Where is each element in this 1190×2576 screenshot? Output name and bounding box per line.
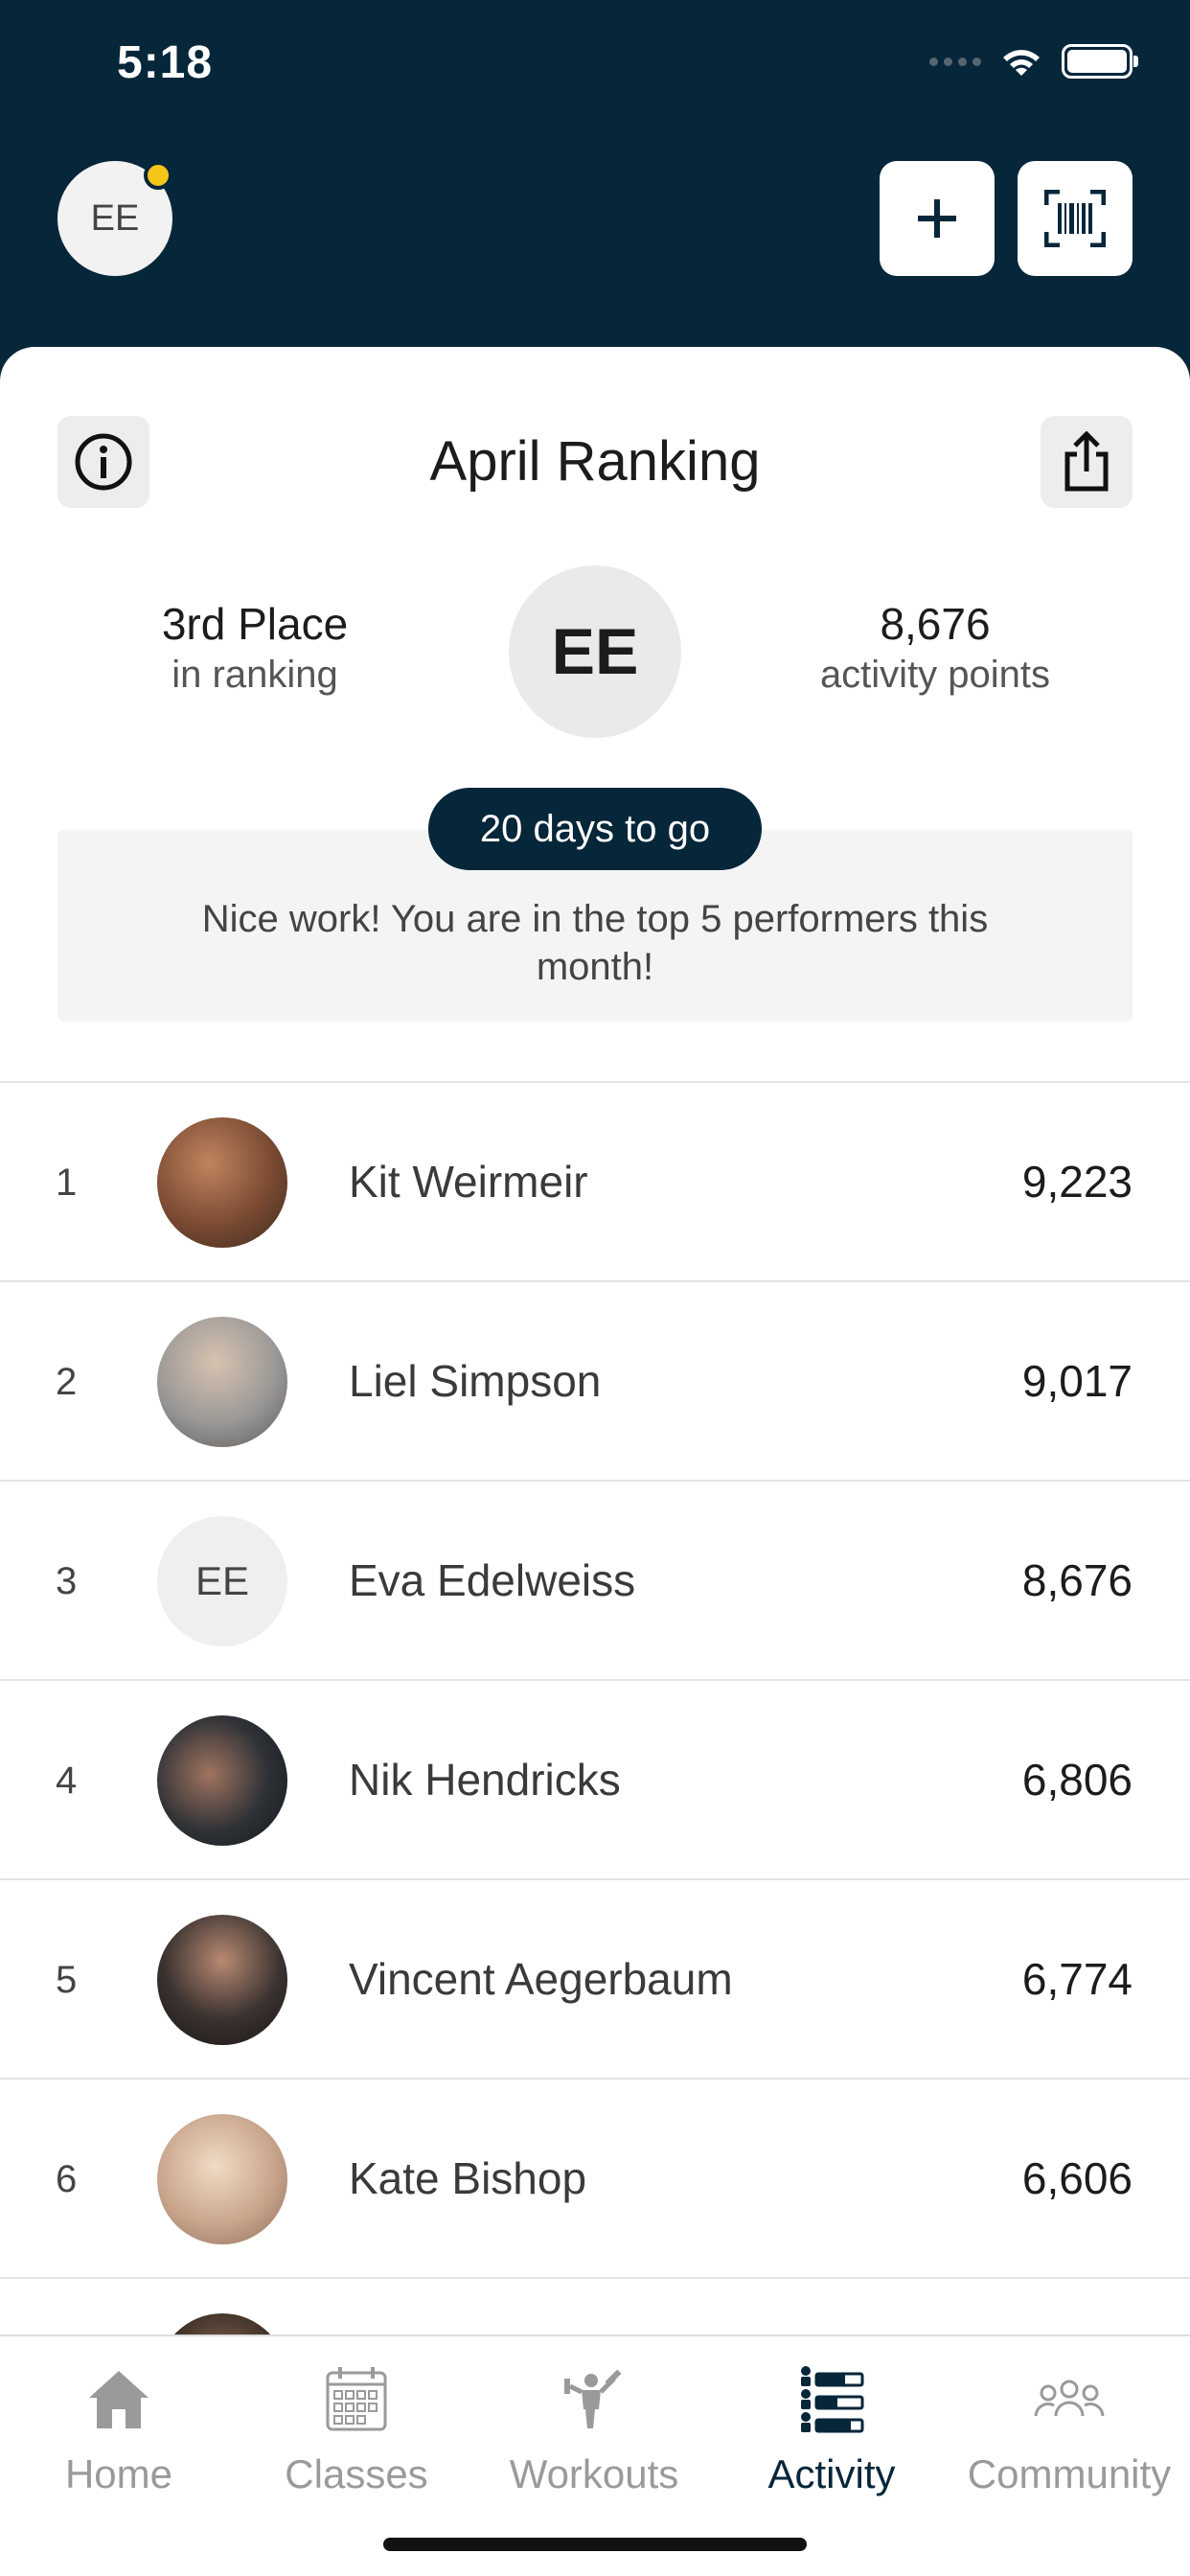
notification-dot	[144, 161, 172, 190]
home-indicator	[383, 2538, 807, 2551]
row-points: 6,806	[1021, 1755, 1133, 1805]
table-row[interactable]: 6 Kate Bishop 6,606	[0, 2078, 1190, 2277]
tab-label: Community	[967, 2451, 1172, 2496]
row-name: Nik Hendricks	[349, 1755, 621, 1805]
row-rank: 6	[56, 2158, 78, 2200]
row-avatar	[157, 1715, 287, 1846]
plus-icon	[918, 199, 956, 238]
row-name: Kit Weirmeir	[349, 1157, 588, 1207]
performance-message: Nice work! You are in the top 5 performe…	[201, 898, 989, 988]
place-caption: in ranking	[172, 654, 338, 696]
tab-activity[interactable]: Activity	[713, 2346, 950, 2497]
tab-workouts[interactable]: Workouts	[475, 2346, 713, 2497]
barcode-scan-icon	[1044, 190, 1106, 247]
row-points: 9,017	[1021, 1356, 1133, 1406]
row-rank: 5	[56, 1959, 78, 2001]
table-row[interactable]: 2 Liel Simpson 9,017	[0, 1280, 1190, 1480]
place-value: 3rd Place	[161, 599, 349, 649]
page-title: April Ranking	[429, 430, 761, 493]
row-points: 8,676	[1021, 1555, 1133, 1605]
place-stat: 3rd Place in ranking	[82, 598, 427, 697]
tab-label: Activity	[767, 2451, 896, 2496]
user-avatar: EE	[509, 565, 681, 738]
row-rank: 2	[56, 1361, 78, 1403]
tab-classes[interactable]: Classes	[238, 2346, 475, 2497]
activity-list-icon	[801, 2366, 864, 2433]
tab-home[interactable]: Home	[0, 2346, 238, 2497]
top-header: 5:18 EE	[0, 0, 1190, 364]
wifi-icon	[1003, 50, 1040, 76]
table-row[interactable]: 4 Nik Hendricks 6,806	[0, 1679, 1190, 1878]
tab-label: Workouts	[509, 2451, 679, 2496]
table-row[interactable]: 1 Kit Weirmeir 9,223	[0, 1081, 1190, 1280]
row-avatar	[157, 1117, 287, 1248]
row-points: 9,223	[1021, 1157, 1133, 1207]
leaderboard-list: 1 Kit Weirmeir 9,223 2 Liel Simpson 9,01…	[0, 1081, 1190, 2476]
row-name: Vincent Aegerbaum	[349, 1954, 733, 2004]
cellular-signal-icon	[929, 57, 981, 66]
tab-label: Home	[64, 2451, 173, 2496]
ranking-sheet: April Ranking 3rd Place in ranking EE 8,…	[0, 347, 1190, 2576]
row-avatar	[157, 1317, 287, 1447]
share-icon	[1064, 431, 1109, 492]
row-avatar	[157, 2114, 287, 2244]
table-row[interactable]: 3 EE Eva Edelweiss 8,676	[0, 1480, 1190, 1679]
status-icons	[929, 44, 1138, 79]
row-points: 6,774	[1021, 1954, 1133, 2004]
points-value: 8,676	[880, 599, 991, 649]
days-remaining-pill: 20 days to go	[428, 788, 762, 870]
row-avatar: EE	[157, 1516, 287, 1646]
share-button[interactable]	[1041, 416, 1133, 508]
home-icon	[89, 2371, 149, 2428]
row-rank: 1	[56, 1162, 78, 1204]
calendar-icon	[326, 2367, 387, 2431]
community-icon	[1034, 2380, 1105, 2417]
status-time: 5:18	[117, 37, 214, 88]
row-name: Liel Simpson	[349, 1356, 602, 1406]
tab-label: Classes	[285, 2451, 428, 2496]
row-rank: 4	[56, 1760, 78, 1802]
add-button[interactable]	[880, 161, 995, 276]
row-name: Kate Bishop	[349, 2153, 587, 2203]
row-name: Eva Edelweiss	[349, 1555, 636, 1605]
row-avatar	[157, 1915, 287, 2045]
tab-community[interactable]: Community	[950, 2346, 1188, 2497]
row-points: 6,606	[1021, 2153, 1133, 2203]
battery-icon	[1062, 44, 1138, 79]
points-caption: activity points	[819, 654, 1051, 696]
points-stat: 8,676 activity points	[763, 598, 1108, 697]
table-row[interactable]: 5 Vincent Aegerbaum 6,774	[0, 1878, 1190, 2078]
workout-icon	[564, 2369, 622, 2428]
scan-barcode-button[interactable]	[1018, 161, 1133, 276]
row-rank: 3	[56, 1560, 78, 1602]
